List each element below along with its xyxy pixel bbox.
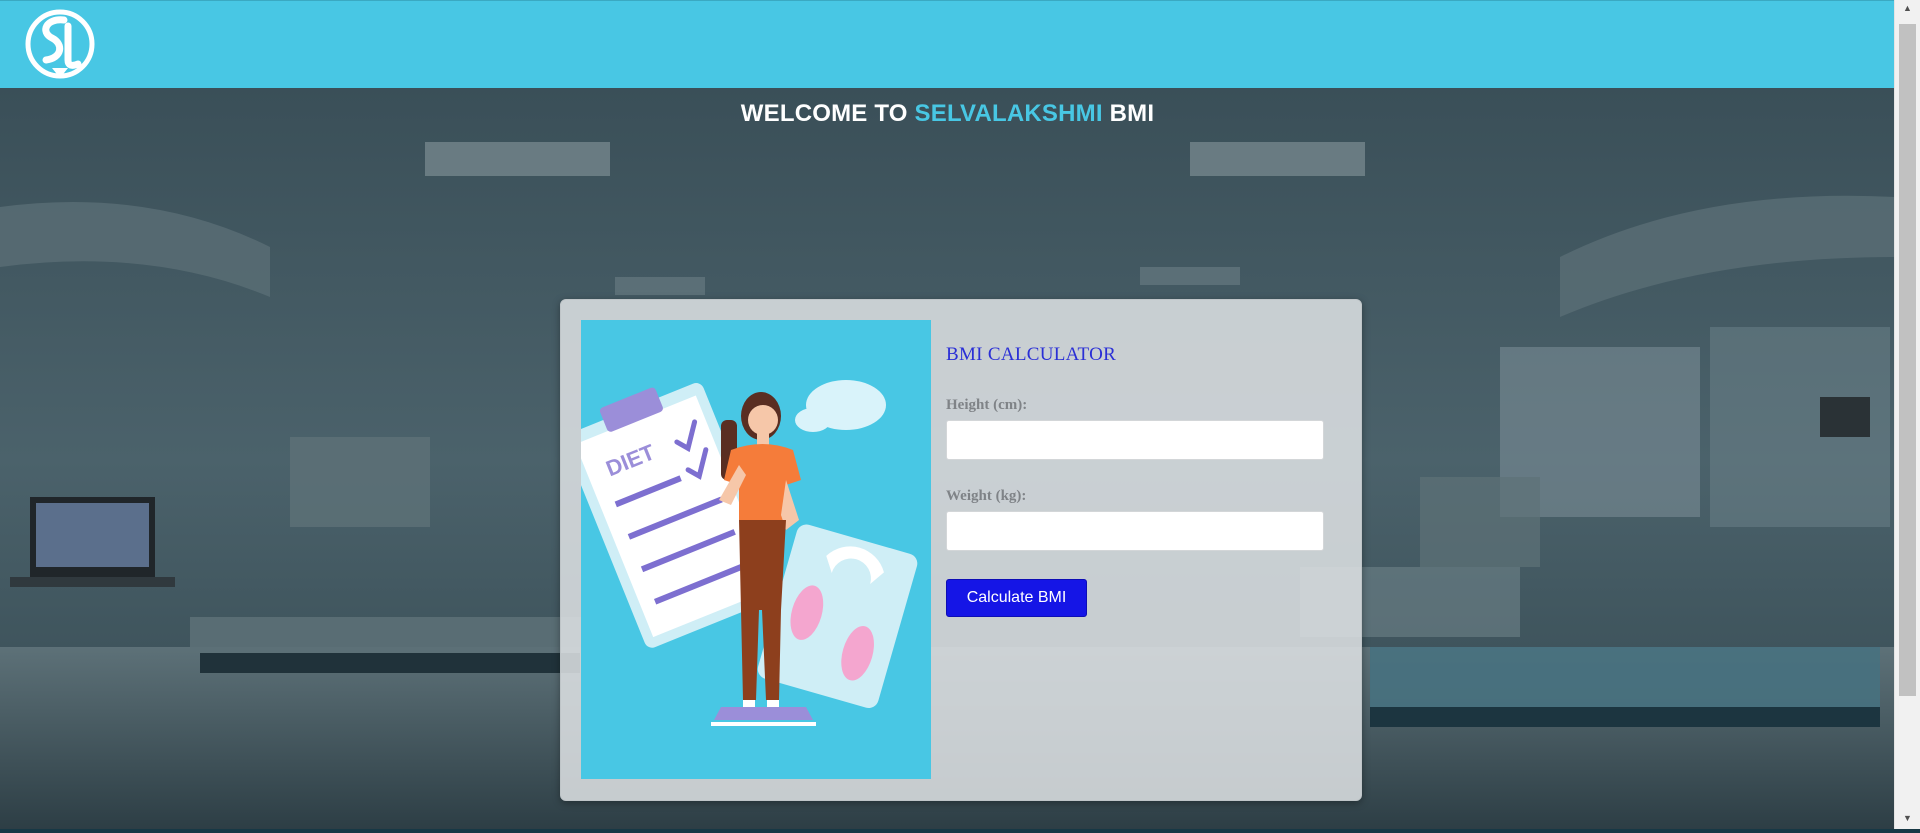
page: WELCOME TO SELVALAKSHMI BMI DIET BMI CAL… <box>0 0 1920 833</box>
scroll-down-arrow-icon[interactable]: ▼ <box>1895 810 1920 827</box>
bottom-edge <box>0 829 1920 833</box>
diet-illustration: DIET <box>563 320 931 779</box>
weight-label: Weight (kg): <box>946 488 1027 504</box>
height-label: Height (cm): <box>946 397 1028 413</box>
sl-logo-icon[interactable] <box>24 8 96 80</box>
cloud-icon <box>795 380 886 432</box>
calculate-bmi-button[interactable]: Calculate BMI <box>946 579 1087 617</box>
height-input[interactable] <box>946 420 1324 460</box>
welcome-heading: WELCOME TO SELVALAKSHMI BMI <box>0 100 1895 128</box>
scroll-up-arrow-icon[interactable]: ▲ <box>1895 0 1920 17</box>
weight-input[interactable] <box>946 511 1324 551</box>
welcome-suffix: BMI <box>1102 100 1155 127</box>
form-title: BMI CALCULATOR <box>946 344 1117 365</box>
scroll-thumb[interactable] <box>1899 24 1916 696</box>
welcome-prefix: WELCOME TO <box>740 100 915 127</box>
bmi-calculator-card: DIET BMI CALCULATOR Height (cm): Weight … <box>560 299 1362 801</box>
site-header <box>0 0 1895 88</box>
vertical-scrollbar[interactable]: ▲ ▼ <box>1894 0 1920 833</box>
welcome-brand: SELVALAKSHMI <box>914 100 1103 127</box>
